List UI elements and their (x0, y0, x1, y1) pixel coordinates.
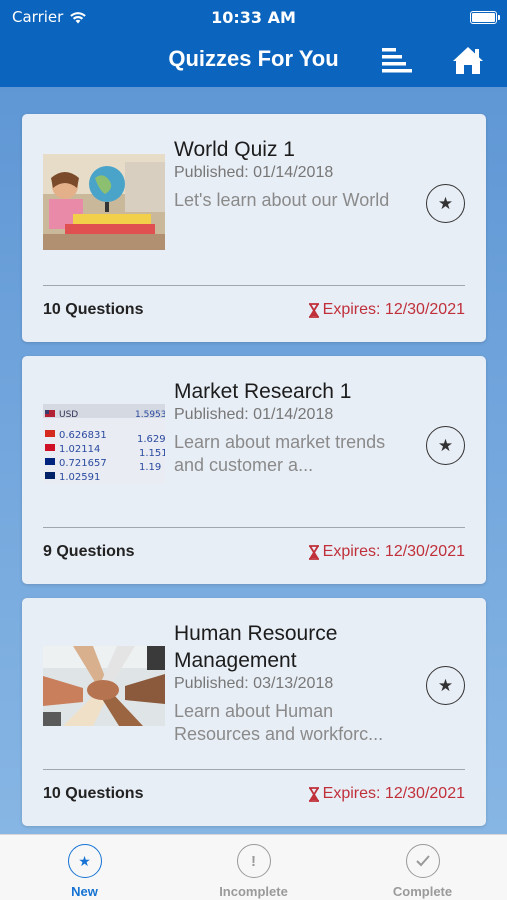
expiry-label: Expires: 12/30/2021 (308, 785, 465, 803)
quiz-thumbnail-globe (43, 154, 165, 250)
favorite-button[interactable]: ★ (426, 666, 465, 705)
quiz-description: Learn about market trends and customer a… (174, 432, 386, 475)
home-icon (453, 47, 483, 74)
tab-complete[interactable]: Complete (338, 835, 507, 900)
tab-label: New (71, 884, 98, 899)
sort-bars-icon (382, 48, 412, 73)
star-icon: ★ (437, 194, 454, 213)
tab-incomplete[interactable]: ! Incomplete (169, 835, 338, 900)
quiz-description: Learn about Human Resources and workforc… (174, 701, 384, 744)
quiz-thumbnail-team (43, 646, 165, 726)
nav-bar: Quizzes For You (0, 34, 507, 87)
quiz-published: Published: 03/13/2018 (174, 675, 334, 692)
star-icon: ★ (437, 676, 454, 695)
svg-text:1.5953: 1.5953 (135, 410, 165, 420)
favorite-button[interactable]: ★ (426, 184, 465, 223)
quiz-published: Published: 01/14/2018 (174, 164, 334, 181)
svg-text:1.151: 1.151 (139, 448, 165, 459)
home-button[interactable] (450, 42, 486, 78)
question-count: 9 Questions (43, 543, 135, 560)
sort-button[interactable] (378, 42, 414, 78)
star-icon: ★ (437, 436, 454, 455)
svg-text:1.02591: 1.02591 (59, 472, 100, 483)
divider (43, 769, 465, 770)
quiz-title: World Quiz 1 (174, 138, 295, 161)
tab-label: Incomplete (219, 884, 288, 899)
question-count: 10 Questions (43, 785, 144, 802)
svg-text:1.19: 1.19 (139, 462, 161, 473)
tab-bar: ★ New ! Incomplete Complete (0, 834, 507, 900)
hourglass-icon (308, 544, 319, 560)
svg-text:1.629: 1.629 (137, 434, 165, 445)
svg-text:1.02114: 1.02114 (59, 444, 100, 455)
exclamation-icon: ! (236, 844, 271, 878)
carrier-label: Carrier (12, 8, 64, 26)
quiz-description: Let's learn about our World (174, 190, 390, 210)
wifi-icon (70, 11, 87, 23)
svg-text:USD: USD (59, 410, 78, 420)
quiz-list: World Quiz 1 Published: 01/14/2018 Let's… (0, 87, 507, 834)
expiry-label: Expires: 12/30/2021 (308, 543, 465, 561)
battery-icon (470, 10, 500, 24)
star-icon: ★ (67, 844, 102, 878)
divider (43, 285, 465, 286)
hourglass-icon (308, 302, 319, 318)
svg-text:0.626831: 0.626831 (59, 430, 107, 441)
svg-text:0.721657: 0.721657 (59, 458, 107, 469)
status-bar: Carrier 10:33 AM (0, 0, 507, 34)
page-title: Quizzes For You (168, 46, 339, 71)
tab-new[interactable]: ★ New (0, 835, 169, 900)
quiz-card[interactable]: USD 1.5953 0.626831 1.629 1.02114 1.151 … (22, 356, 486, 584)
quiz-published: Published: 01/14/2018 (174, 406, 334, 423)
hourglass-icon (308, 786, 319, 802)
quiz-thumbnail-currency: USD 1.5953 0.626831 1.629 1.02114 1.151 … (43, 396, 165, 492)
quiz-title: Human Resource Management (174, 622, 338, 672)
divider (43, 527, 465, 528)
question-count: 10 Questions (43, 301, 144, 318)
expiry-label: Expires: 12/30/2021 (308, 301, 465, 319)
quiz-card[interactable]: Human Resource Management Published: 03/… (22, 598, 486, 826)
favorite-button[interactable]: ★ (426, 426, 465, 465)
quiz-title: Market Research 1 (174, 380, 352, 403)
tab-label: Complete (392, 884, 453, 899)
check-icon (405, 844, 440, 878)
quiz-card[interactable]: World Quiz 1 Published: 01/14/2018 Let's… (22, 114, 486, 342)
